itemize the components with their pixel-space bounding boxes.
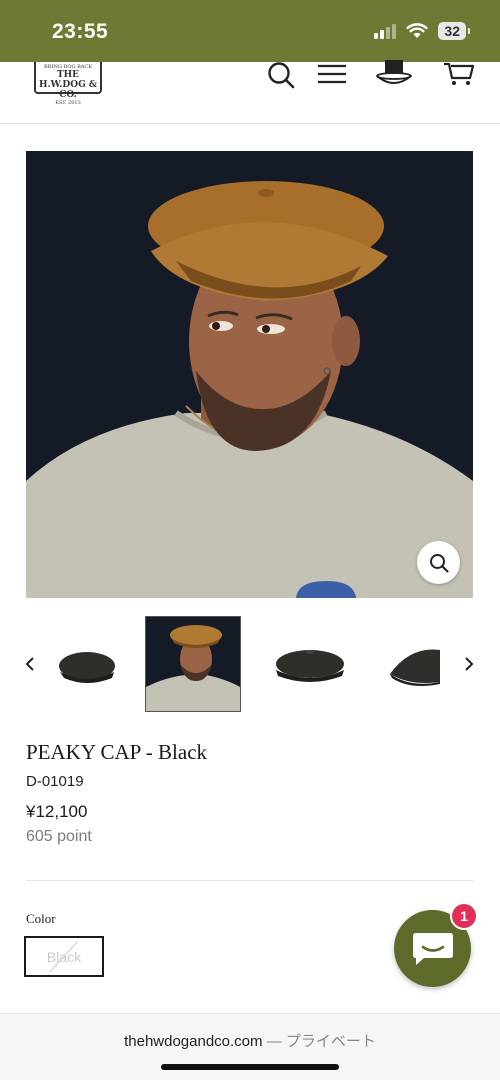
model-photo <box>26 181 473 598</box>
cart-icon[interactable] <box>443 60 475 92</box>
cap-thumbnail-image <box>390 649 440 686</box>
divider <box>26 880 474 881</box>
private-mode-label: プライベート <box>285 1033 376 1050</box>
color-option-label: Black <box>46 948 82 965</box>
home-indicator[interactable] <box>161 1064 339 1070</box>
product-sku: D-01019 <box>26 773 84 790</box>
url-domain: thehwdogandco.com <box>124 1033 263 1050</box>
hat-icon[interactable] <box>375 60 413 92</box>
logo-name: THE H.W.DOG & CO. <box>38 70 98 100</box>
menu-icon[interactable] <box>316 60 348 92</box>
brand-logo[interactable]: BRING DOG BACK THE H.W.DOG & CO. EST. 20… <box>34 62 102 106</box>
thumbnail-3[interactable] <box>262 616 358 712</box>
battery-icon: 32 <box>438 22 470 40</box>
color-label: Color <box>26 911 56 926</box>
thumbnail-4[interactable] <box>380 616 476 712</box>
search-icon[interactable] <box>265 60 297 92</box>
color-option-black[interactable]: Black <box>24 936 104 977</box>
signal-icon <box>374 23 397 39</box>
site-header: BRING DOG BACK THE H.W.DOG & CO. EST. 20… <box>0 60 500 124</box>
chevron-right-icon[interactable] <box>463 656 475 672</box>
zoom-button[interactable] <box>417 541 460 584</box>
chevron-left-icon[interactable] <box>24 656 36 672</box>
url-separator: — <box>266 1033 282 1050</box>
thumbnail-carousel <box>0 612 500 716</box>
cap-thumbnail-image <box>59 652 115 683</box>
product-price: ¥12,100 <box>26 802 88 821</box>
status-time: 23:55 <box>52 20 109 43</box>
url-display[interactable]: thehwdogandco.com — プライベート <box>0 1030 500 1051</box>
product-points: 605 point <box>26 828 92 845</box>
wifi-icon <box>406 23 429 38</box>
product-title: PEAKY CAP - Black <box>26 740 208 764</box>
logo-est: EST. 2013 <box>55 100 81 106</box>
status-bar: 23:55 32 <box>0 0 500 62</box>
chat-icon <box>412 932 453 965</box>
cap-thumbnail-image <box>276 650 344 682</box>
status-icons: 32 <box>374 22 470 40</box>
thumbnail-2[interactable] <box>145 616 241 712</box>
model-thumbnail-image <box>146 617 240 711</box>
product-main-image[interactable] <box>26 151 473 598</box>
thumbnail-1[interactable] <box>52 616 148 712</box>
zoom-icon <box>429 553 449 573</box>
chat-notification-badge: 1 <box>450 902 478 930</box>
